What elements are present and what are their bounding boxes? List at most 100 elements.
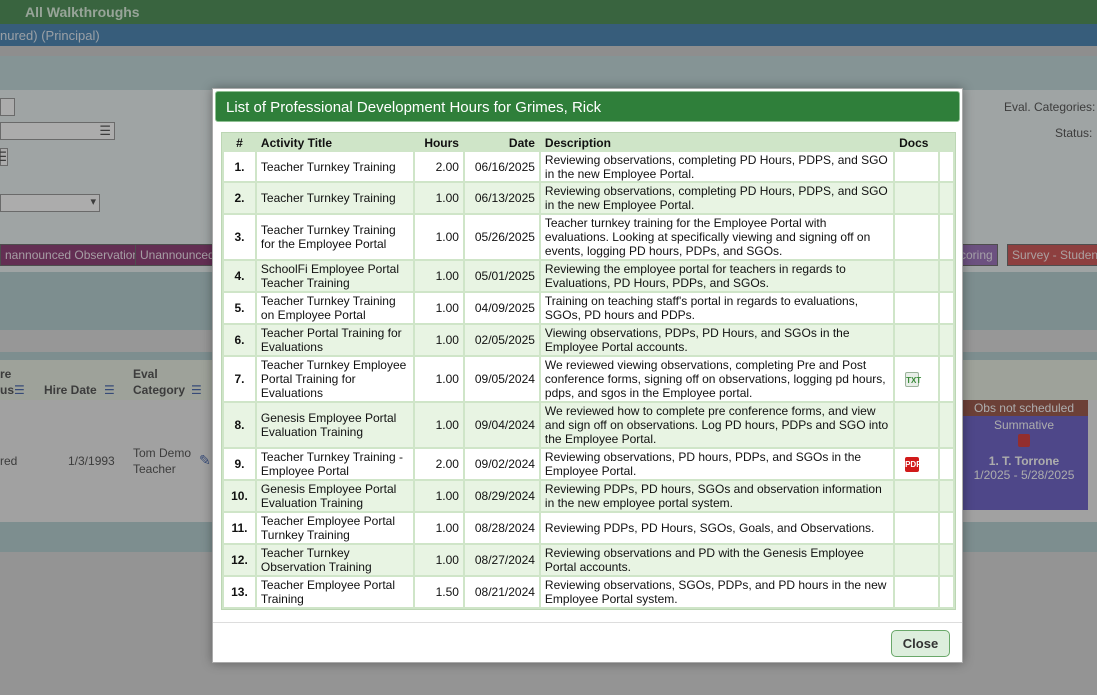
row-number: 4. [224,261,255,291]
date-value: 06/13/2025 [464,183,539,213]
docs-cell [895,261,939,291]
row-number: 11. [224,513,255,543]
col-header-hours: Hours [415,135,463,150]
hours-value: 2.00 [415,449,463,479]
table-row: 10. Genesis Employee Portal Evaluation Tr… [224,481,953,511]
hours-value: 1.00 [415,325,463,355]
date-value: 05/01/2025 [464,261,539,291]
description: Reviewing PDPs, PD Hours, SGOs, Goals, a… [540,513,894,543]
description: Reviewing observations, PD hours, PDPs, … [540,449,894,479]
description: We reviewed how to complete pre conferen… [540,403,894,447]
date-value: 05/26/2025 [464,215,539,259]
row-number: 5. [224,293,255,323]
date-value: 08/21/2024 [464,577,539,607]
hours-value: 1.00 [415,183,463,213]
hours-value: 1.00 [415,481,463,511]
description: Reviewing observations, completing PD Ho… [540,152,894,181]
table-row: 5. Teacher Turnkey Training on Employee P… [224,293,953,323]
row-spacer [940,215,953,259]
hours-value: 1.00 [415,513,463,543]
date-value: 08/28/2024 [464,513,539,543]
table-row: 7. Teacher Turnkey Employee Portal Traini… [224,357,953,401]
row-spacer [940,325,953,355]
table-row: 3. Teacher Turnkey Training for the Emplo… [224,215,953,259]
activity-title: Teacher Turnkey Training for the Employe… [256,215,414,259]
hours-value: 1.00 [415,403,463,447]
table-header-row: # Activity Title Hours Date Description … [224,135,953,150]
row-number: 10. [224,481,255,511]
hours-value: 1.00 [415,357,463,401]
hours-value: 1.00 [415,545,463,575]
table-row: 13. Teacher Employee Portal Training 1.50 0… [224,577,953,607]
activity-title: Teacher Turnkey Training [256,183,414,213]
col-header-spacer [940,135,953,150]
hours-value: 1.00 [415,215,463,259]
dialog-title: List of Professional Development Hours f… [226,99,602,116]
activity-title: Teacher Turnkey Employee Portal Training… [256,357,414,401]
docs-cell: PDF [895,449,939,479]
pdf-document-icon[interactable]: PDF [905,457,921,472]
activity-title: Genesis Employee Portal Evaluation Train… [256,403,414,447]
row-spacer [940,545,953,575]
row-spacer [940,261,953,291]
col-header-num: # [224,135,255,150]
description: Viewing observations, PDPs, PD Hours, an… [540,325,894,355]
activity-title: Teacher Employee Portal Training [256,577,414,607]
activity-title: Teacher Employee Portal Turnkey Training [256,513,414,543]
docs-cell [895,215,939,259]
row-spacer [940,577,953,607]
close-button[interactable]: Close [891,630,950,657]
table-row: 1. Teacher Turnkey Training 2.00 06/16/2025… [224,152,953,181]
date-value: 09/02/2024 [464,449,539,479]
table-row: 2. Teacher Turnkey Training 1.00 06/13/2025… [224,183,953,213]
row-number: 3. [224,215,255,259]
activity-title: Teacher Turnkey Observation Training [256,545,414,575]
docs-cell [895,577,939,607]
col-header-activity-title: Activity Title [256,135,414,150]
row-number: 2. [224,183,255,213]
row-spacer [940,293,953,323]
hours-value: 1.00 [415,261,463,291]
activity-title: Genesis Employee Portal Evaluation Train… [256,481,414,511]
docs-cell [895,403,939,447]
activity-title: SchoolFi Employee Portal Teacher Trainin… [256,261,414,291]
date-value: 09/04/2024 [464,403,539,447]
row-spacer [940,513,953,543]
hours-value: 1.00 [415,293,463,323]
activity-title: Teacher Turnkey Training [256,152,414,181]
docs-cell [895,152,939,181]
table-row: 4. SchoolFi Employee Portal Teacher Train… [224,261,953,291]
col-header-docs: Docs [895,135,939,150]
table-row: 11. Teacher Employee Portal Turnkey Train… [224,513,953,543]
pd-hours-table: # Activity Title Hours Date Description … [222,133,955,609]
date-value: 04/09/2025 [464,293,539,323]
text-document-icon[interactable]: TXT [905,371,921,387]
row-spacer [940,403,953,447]
row-spacer [940,481,953,511]
table-row: 12. Teacher Turnkey Observation Training 1… [224,545,953,575]
row-spacer [940,449,953,479]
date-value: 06/16/2025 [464,152,539,181]
row-number: 12. [224,545,255,575]
description: Teacher turnkey training for the Employe… [540,215,894,259]
row-number: 9. [224,449,255,479]
description: Reviewing observations, completing PD Ho… [540,183,894,213]
description: Reviewing the employee portal for teache… [540,261,894,291]
description: We reviewed viewing observations, comple… [540,357,894,401]
row-number: 6. [224,325,255,355]
hours-value: 2.00 [415,152,463,181]
date-value: 02/05/2025 [464,325,539,355]
description: Reviewing observations, SGOs, PDPs, and … [540,577,894,607]
docs-cell [895,481,939,511]
date-value: 08/29/2024 [464,481,539,511]
table-row: 8. Genesis Employee Portal Evaluation Tra… [224,403,953,447]
docs-cell [895,545,939,575]
description: Training on teaching staff's portal in r… [540,293,894,323]
date-value: 09/05/2024 [464,357,539,401]
dialog-footer-divider [213,622,962,623]
docs-cell [895,325,939,355]
docs-cell [895,513,939,543]
col-header-description: Description [540,135,894,150]
row-number: 1. [224,152,255,181]
date-value: 08/27/2024 [464,545,539,575]
